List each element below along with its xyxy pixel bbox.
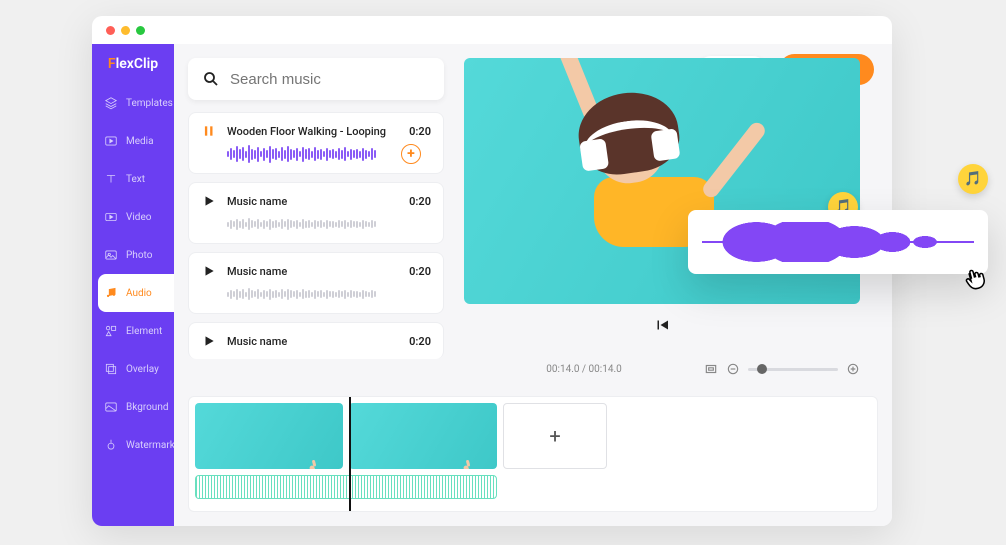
brand-logo-f: F <box>108 56 116 72</box>
search-icon <box>202 70 220 88</box>
sidebar-item-element[interactable]: Element <box>92 312 174 350</box>
skip-previous-icon[interactable] <box>653 316 671 334</box>
sidebar-item-label: Element <box>126 326 162 337</box>
music-item[interactable]: Music name 0:20 <box>188 322 444 359</box>
music-note-icon: 🎵 <box>958 164 988 194</box>
sidebar-item-photo[interactable]: Photo <box>92 236 174 274</box>
sidebar-nav: Templates Media Text Video Photo Audio <box>92 84 174 464</box>
sidebar-item-text[interactable]: Text <box>92 160 174 198</box>
background-icon <box>104 400 118 414</box>
minimize-window-icon[interactable] <box>121 26 130 35</box>
music-name: Music name <box>227 195 399 208</box>
music-duration: 0:20 <box>409 265 431 278</box>
timeline-clip[interactable] <box>195 403 343 469</box>
timeline-playhead[interactable] <box>349 396 351 512</box>
close-window-icon[interactable] <box>106 26 115 35</box>
music-list: Wooden Floor Walking - Looping 0:20 + Mu… <box>188 112 444 359</box>
play-icon[interactable] <box>201 333 217 349</box>
search-input[interactable] <box>230 71 430 88</box>
timeline-audio-track[interactable] <box>195 475 497 499</box>
sidebar-item-label: Overlay <box>126 364 159 375</box>
play-icon[interactable] <box>201 193 217 209</box>
sidebar-item-label: Audio <box>126 288 152 299</box>
sidebar-item-label: Templates <box>126 98 173 109</box>
layers-icon <box>104 96 118 110</box>
music-duration: 0:20 <box>409 125 431 138</box>
music-name: Wooden Floor Walking - Looping <box>227 125 399 138</box>
overlay-icon <box>104 362 118 376</box>
waveform-icon <box>227 145 376 163</box>
pause-icon[interactable] <box>201 123 217 139</box>
zoom-in-icon[interactable] <box>846 362 860 376</box>
music-duration: 0:20 <box>409 195 431 208</box>
add-music-button[interactable]: + <box>401 144 421 164</box>
playback-controls <box>464 316 860 334</box>
sidebar-item-audio[interactable]: Audio <box>98 274 174 312</box>
play-icon[interactable] <box>201 263 217 279</box>
fit-icon[interactable] <box>704 362 718 376</box>
window-traffic-lights <box>106 26 145 35</box>
video-icon <box>104 210 118 224</box>
waveform-icon <box>227 285 431 303</box>
sidebar-item-label: Watermark <box>126 440 175 451</box>
element-icon <box>104 324 118 338</box>
brand-logo-rest: lexClip <box>116 56 159 72</box>
add-clip-button[interactable]: + <box>503 403 607 469</box>
maximize-window-icon[interactable] <box>136 26 145 35</box>
music-item[interactable]: Music name 0:20 <box>188 252 444 314</box>
sidebar-item-background[interactable]: Bkground <box>92 388 174 426</box>
sidebar: FlexClip Templates Media Text Video Phot… <box>92 44 174 526</box>
sidebar-item-label: Media <box>126 136 154 147</box>
sidebar-item-overlay[interactable]: Overlay <box>92 350 174 388</box>
music-duration: 0:20 <box>409 335 431 348</box>
zoom-controls <box>704 362 860 376</box>
sidebar-item-watermark[interactable]: Watermark <box>92 426 174 464</box>
music-item[interactable]: Music name 0:20 <box>188 182 444 244</box>
sidebar-item-media[interactable]: Media <box>92 122 174 160</box>
sidebar-item-templates[interactable]: Templates <box>92 84 174 122</box>
sidebar-item-label: Photo <box>126 250 152 261</box>
timeline-clips: + <box>189 397 877 475</box>
sidebar-item-label: Video <box>126 212 151 223</box>
media-icon <box>104 134 118 148</box>
zoom-slider[interactable] <box>748 368 838 371</box>
photo-icon <box>104 248 118 262</box>
audio-waveform-icon <box>702 222 974 262</box>
zoom-out-icon[interactable] <box>726 362 740 376</box>
music-name: Music name <box>227 335 399 348</box>
music-item[interactable]: Wooden Floor Walking - Looping 0:20 + <box>188 112 444 174</box>
sidebar-item-label: Text <box>126 174 145 185</box>
sidebar-item-video[interactable]: Video <box>92 198 174 236</box>
text-icon <box>104 172 118 186</box>
sidebar-item-label: Bkground <box>126 402 169 413</box>
brand-logo: FlexClip <box>92 44 174 84</box>
audio-icon <box>104 286 118 300</box>
waveform-icon <box>227 215 431 233</box>
timeline-info-row: 00:14.0 / 00:14.0 <box>464 362 860 376</box>
watermark-icon <box>104 438 118 452</box>
timeline[interactable]: + <box>188 396 878 512</box>
content-area: Save Export Wooden Floor Walking - Loopi… <box>174 44 892 526</box>
timeline-clip[interactable] <box>349 403 497 469</box>
audio-waveform-popover[interactable] <box>688 210 988 274</box>
music-name: Music name <box>227 265 399 278</box>
search-bar[interactable] <box>188 58 444 100</box>
time-display: 00:14.0 / 00:14.0 <box>464 364 704 375</box>
add-clip-label: + <box>549 424 560 448</box>
